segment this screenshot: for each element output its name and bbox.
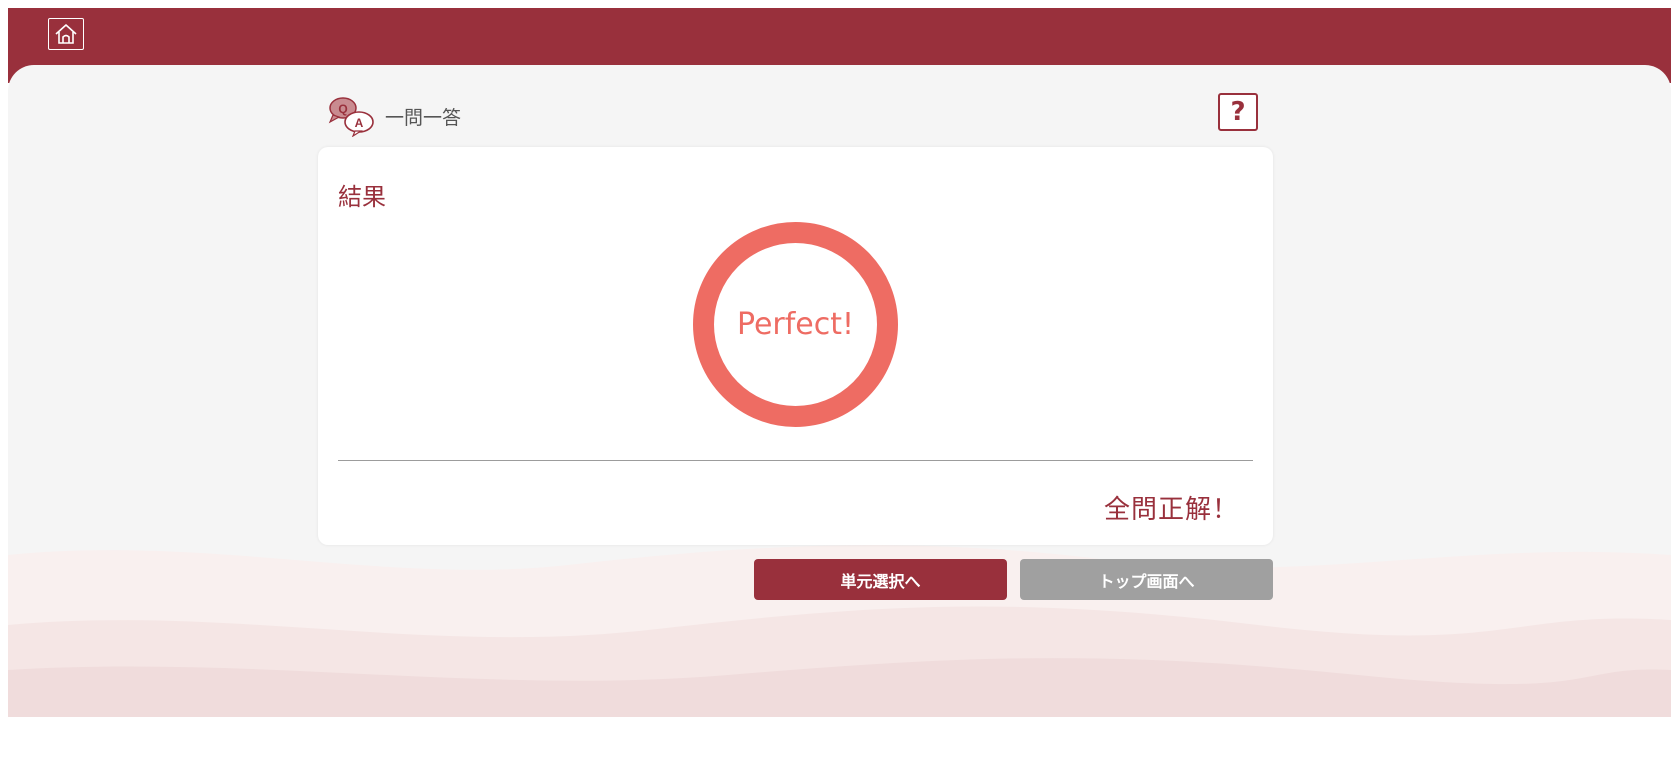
mode-label: 一問一答 bbox=[385, 106, 462, 129]
help-icon: ? bbox=[1230, 97, 1246, 127]
qa-bubbles-icon: Q A bbox=[328, 97, 374, 137]
result-title: 結果 bbox=[338, 183, 386, 211]
result-message: 全問正解！ bbox=[1103, 495, 1239, 525]
top-screen-button[interactable]: トップ画面へ bbox=[1020, 559, 1273, 600]
perfect-badge: Perfect! bbox=[693, 222, 898, 427]
perfect-badge-text: Perfect! bbox=[736, 307, 855, 342]
home-button[interactable] bbox=[48, 18, 84, 50]
home-icon bbox=[55, 24, 77, 44]
help-button[interactable]: ? bbox=[1218, 93, 1258, 131]
mode-heading: Q A 一問一答 bbox=[327, 95, 461, 137]
svg-text:A: A bbox=[355, 116, 364, 130]
divider bbox=[338, 460, 1253, 461]
svg-text:Q: Q bbox=[338, 102, 347, 116]
unit-select-button[interactable]: 単元選択へ bbox=[754, 559, 1007, 600]
result-card: 結果 Perfect! 全問正解！ bbox=[318, 147, 1273, 545]
